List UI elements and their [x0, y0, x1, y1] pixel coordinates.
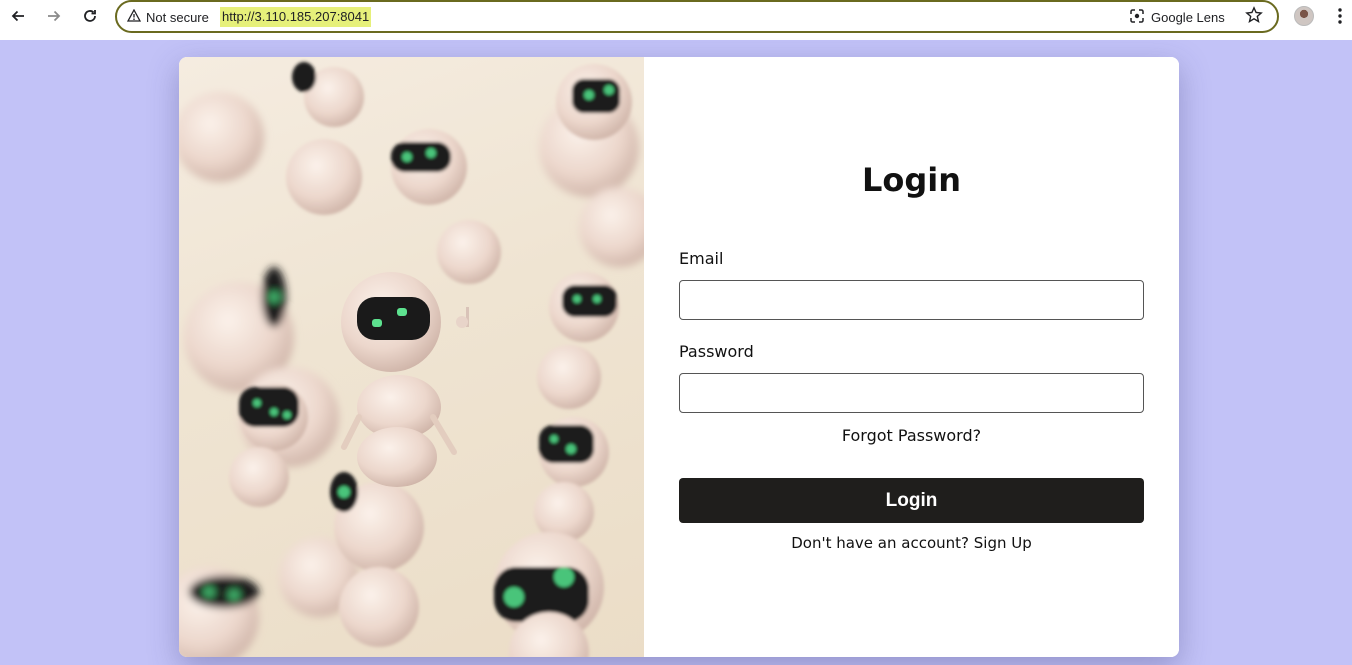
- security-label: Not secure: [146, 9, 209, 25]
- back-icon[interactable]: [5, 5, 31, 27]
- password-label: Password: [679, 342, 754, 361]
- login-button[interactable]: Login: [679, 478, 1144, 523]
- signup-prompt-text: Don't have an account?: [791, 534, 969, 552]
- google-lens-button[interactable]: Google Lens: [1129, 8, 1225, 27]
- login-card: Login Email Password Forgot Password? Lo…: [179, 57, 1179, 657]
- google-lens-label: Google Lens: [1151, 10, 1225, 25]
- signup-prompt: Don't have an account? Sign Up: [644, 534, 1179, 552]
- email-label: Email: [679, 249, 724, 268]
- login-form: Login Email Password Forgot Password? Lo…: [644, 57, 1179, 657]
- google-lens-icon: [1129, 8, 1145, 27]
- forward-icon[interactable]: [41, 5, 67, 27]
- login-title: Login: [861, 161, 962, 199]
- robots-hero-image: [179, 57, 644, 657]
- password-field[interactable]: [679, 373, 1144, 413]
- profile-avatar[interactable]: [1294, 6, 1314, 26]
- url-text[interactable]: http://3.110.185.207:8041: [220, 7, 372, 27]
- address-bar[interactable]: Not secure http://3.110.185.207:8041 Goo…: [115, 0, 1279, 33]
- email-field[interactable]: [679, 280, 1144, 320]
- forgot-password-link[interactable]: Forgot Password?: [644, 426, 1179, 445]
- site-security-indicator[interactable]: Not secure: [126, 8, 209, 25]
- warning-icon: [126, 8, 142, 25]
- browser-toolbar: Not secure http://3.110.185.207:8041 Goo…: [0, 0, 1352, 40]
- sign-up-link[interactable]: Sign Up: [974, 534, 1032, 552]
- reload-icon[interactable]: [77, 5, 103, 27]
- more-menu-icon[interactable]: [1332, 6, 1348, 26]
- star-icon[interactable]: [1245, 6, 1263, 29]
- robots-illustration: [179, 62, 644, 657]
